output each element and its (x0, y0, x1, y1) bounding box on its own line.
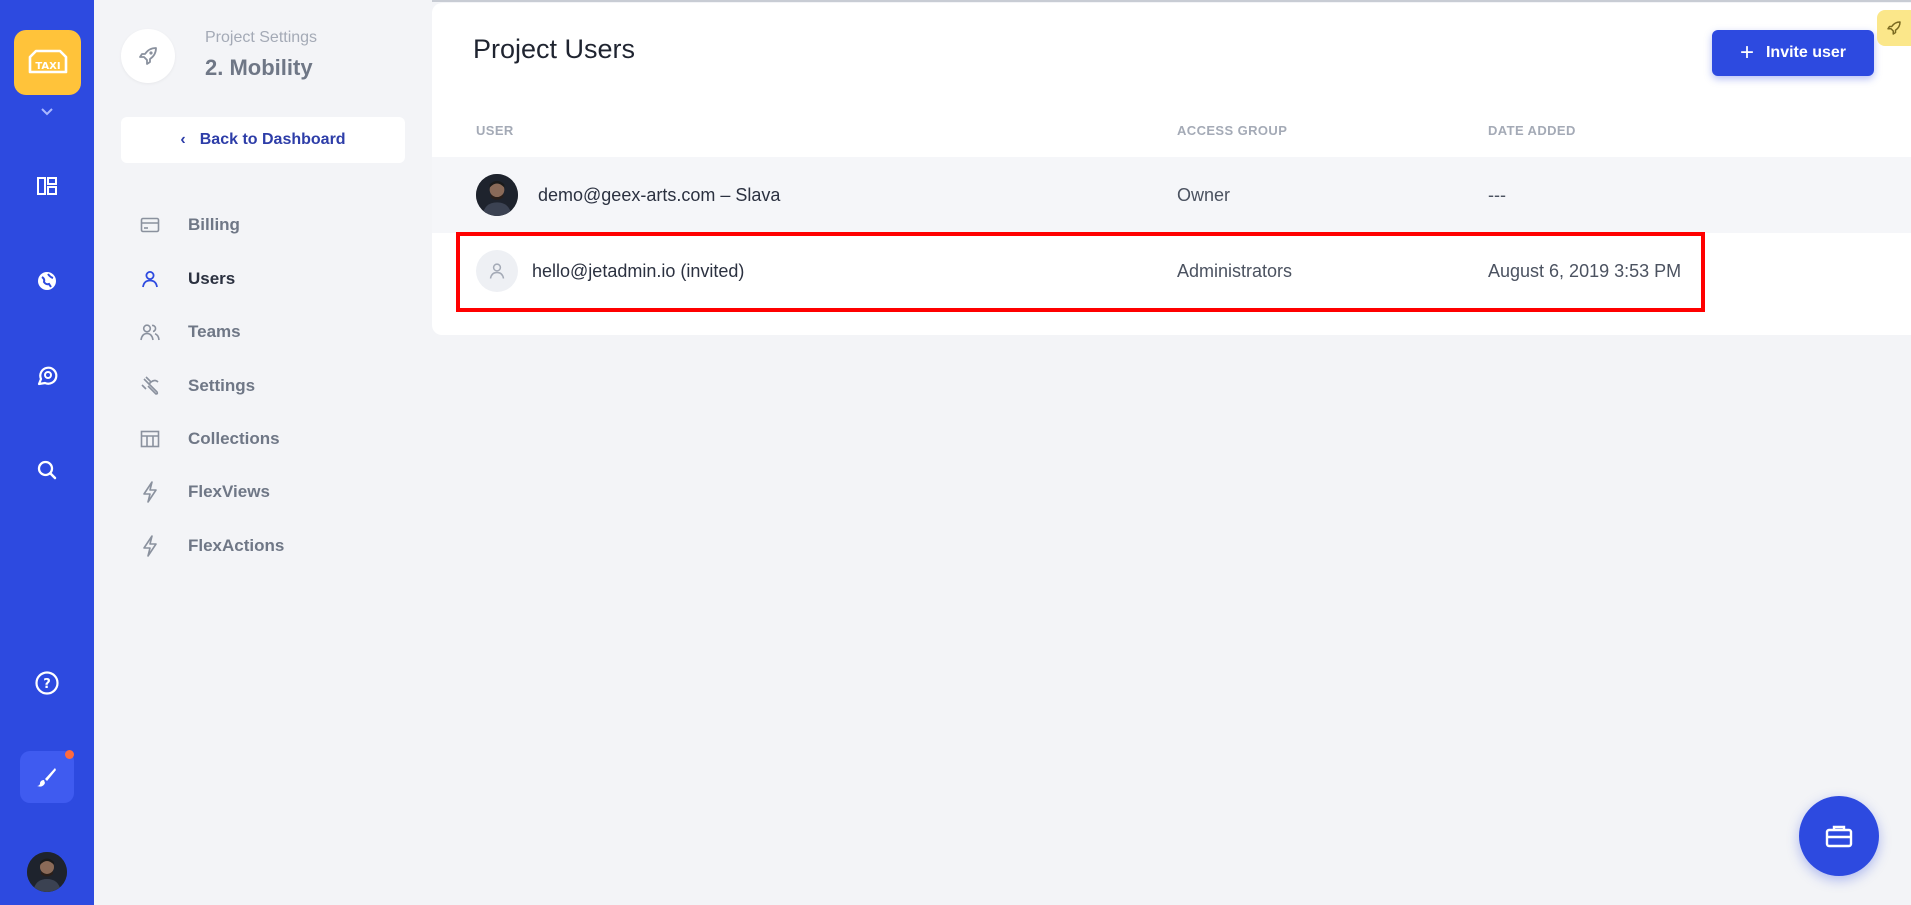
date-added-cell: --- (1488, 184, 1506, 205)
rail-customize-button[interactable] (20, 751, 74, 803)
launch-tag[interactable] (1877, 10, 1911, 46)
lightning-icon (139, 535, 161, 557)
briefcase-icon (1825, 825, 1853, 848)
plus-icon: + (1739, 39, 1754, 66)
taxi-logo-icon: TAXI (28, 49, 67, 73)
sidebar-item-label: Settings (188, 376, 256, 395)
card-icon (139, 214, 161, 236)
date-added-cell: August 6, 2019 3:53 PM (1488, 260, 1682, 281)
user-email: hello@jetadmin.io (invited) (532, 260, 745, 281)
project-name: 2. Mobility (205, 55, 313, 80)
sidebar-item-collections[interactable]: Collections (139, 424, 280, 454)
user-email: demo@geex-arts.com – Slava (538, 184, 781, 205)
chevron-left-icon: ‹ (180, 131, 186, 148)
avatar (476, 174, 518, 216)
brush-icon (37, 768, 56, 787)
sidebar-item-label: Teams (188, 322, 241, 341)
sidebar-item-label: Users (188, 269, 236, 288)
invite-user-button[interactable]: + Invite user (1712, 30, 1874, 76)
lightning-icon (139, 481, 161, 503)
notification-dot (65, 750, 74, 759)
back-to-dashboard-label: Back to Dashboard (199, 131, 346, 148)
sidebar-item-label: FlexActions (188, 536, 285, 555)
svg-text:TAXI: TAXI (35, 61, 60, 72)
user-cell: demo@geex-arts.com – Slava (476, 157, 780, 233)
rocket-icon (1887, 21, 1901, 35)
team-icon (139, 321, 161, 343)
settings-sidebar: Project Settings 2. Mobility ‹ Back to D… (94, 0, 432, 905)
user-icon (489, 263, 505, 279)
access-group-cell: Owner (1177, 184, 1231, 205)
sidebar-item-teams[interactable]: Teams (139, 317, 241, 347)
column-header-access-group[interactable]: ACCESS GROUP (1177, 123, 1287, 138)
sidebar-item-label: Billing (188, 215, 240, 234)
access-group-cell: Administrators (1177, 260, 1293, 281)
project-settings-caption: Project Settings (205, 29, 318, 46)
sidebar-item-billing[interactable]: Billing (139, 210, 240, 240)
sidebar-item-label: Collections (188, 429, 280, 448)
wrench-icon (139, 375, 161, 397)
rocket-icon (139, 47, 157, 65)
svg-text:?: ? (43, 677, 51, 692)
rail-search-button[interactable] (27, 450, 67, 490)
column-header-user[interactable]: USER (476, 123, 514, 138)
sidebar-item-flexviews[interactable]: FlexViews (139, 477, 270, 507)
user-icon (139, 268, 161, 290)
invite-user-label: Invite user (1765, 44, 1847, 61)
sidebar-item-flexactions[interactable]: FlexActions (139, 531, 284, 561)
help-center-button[interactable] (1799, 796, 1879, 876)
rail-help-button[interactable]: ? (27, 663, 67, 703)
chevron-down-icon[interactable] (37, 104, 57, 120)
column-header-date-added[interactable]: DATE ADDED (1488, 123, 1576, 138)
chat-icon (37, 366, 58, 386)
help-circle-icon: ? (35, 671, 59, 695)
rail-chat-button[interactable] (27, 356, 67, 396)
sidebar-item-settings[interactable]: Settings (139, 371, 255, 401)
search-icon (37, 460, 57, 480)
avatar[interactable] (27, 852, 67, 892)
dashboard-icon (37, 177, 57, 195)
table-icon (139, 428, 161, 450)
user-photo-icon (27, 852, 67, 892)
top-divider (432, 0, 1911, 2)
sidebar-item-label: FlexViews (188, 482, 270, 501)
globe-icon (38, 272, 56, 290)
table-row[interactable]: hello@jetadmin.io (invited) Administrato… (432, 233, 1911, 309)
table-row[interactable]: demo@geex-arts.com – Slava Owner --- (432, 157, 1911, 233)
back-to-dashboard-button[interactable]: ‹ Back to Dashboard (121, 117, 405, 163)
page-title: Project Users (473, 34, 636, 64)
user-photo-icon (476, 174, 518, 216)
app-rail: TAXI ? (0, 0, 94, 905)
sidebar-item-users[interactable]: Users (139, 264, 235, 294)
rail-dashboard-button[interactable] (27, 166, 67, 206)
project-icon (121, 29, 175, 83)
avatar-placeholder (476, 250, 518, 292)
app-logo[interactable]: TAXI (14, 30, 81, 95)
rail-globe-button[interactable] (27, 261, 67, 301)
user-cell: hello@jetadmin.io (invited) (476, 233, 744, 309)
